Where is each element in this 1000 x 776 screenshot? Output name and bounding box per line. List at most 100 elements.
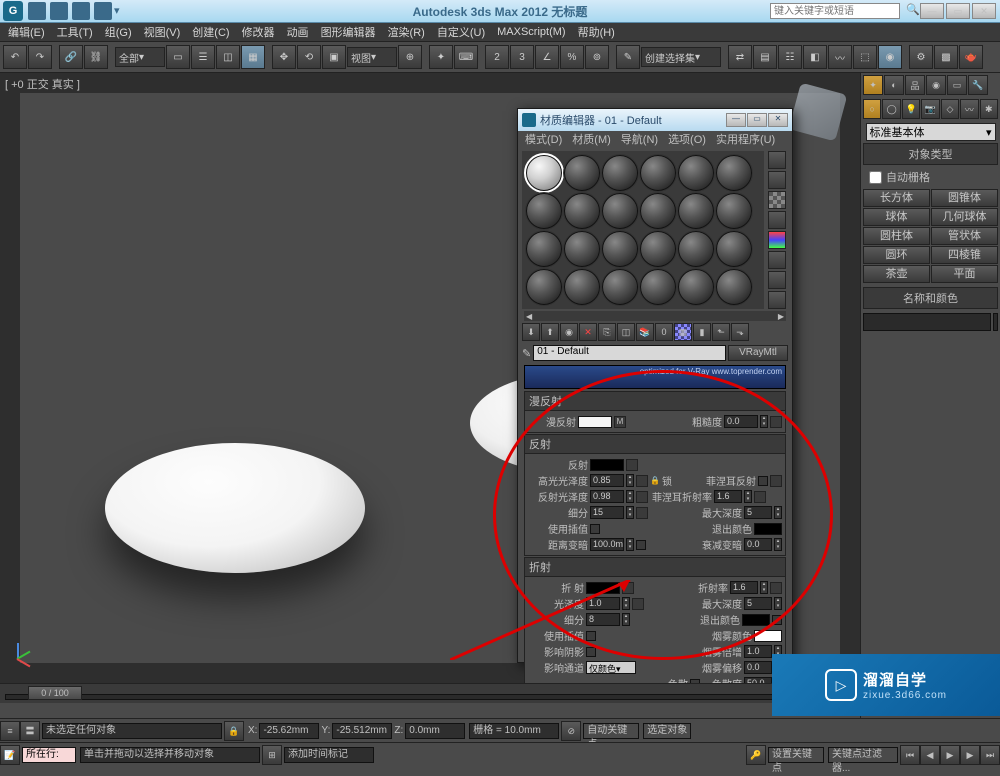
fresnel-ior-map-button[interactable]	[754, 491, 766, 503]
refract-maxdepth-spinner[interactable]: 5	[744, 597, 772, 610]
reflect-interp-checkbox[interactable]	[590, 524, 600, 534]
mat-maximize-button[interactable]: ▭	[747, 113, 767, 127]
menu-customize[interactable]: 自定义(U)	[431, 24, 491, 40]
dimfall-spinner[interactable]: 0.0	[744, 538, 772, 551]
menu-group[interactable]: 组(G)	[99, 24, 138, 40]
titlebar-tool-icon[interactable]	[72, 2, 90, 20]
ior-map-button[interactable]	[770, 582, 782, 594]
material-slot[interactable]	[602, 193, 638, 229]
spinner-arrows[interactable]: ▴▾	[626, 490, 634, 503]
menu-grapheditors[interactable]: 图形编辑器	[315, 24, 382, 40]
obj-plane[interactable]: 平面	[931, 265, 998, 283]
keymode-button[interactable]: ⊘	[561, 721, 581, 741]
hglossy-map-button[interactable]	[636, 475, 648, 487]
snap-2d-button[interactable]: 2	[485, 45, 509, 69]
material-slot[interactable]	[678, 269, 714, 305]
material-editor-titlebar[interactable]: 材质编辑器 - 01 - Default — ▭ ✕	[518, 109, 792, 131]
pick-material-button[interactable]: ✎	[522, 347, 531, 360]
mat-menu-navigate[interactable]: 导航(N)	[616, 131, 663, 149]
refract-interp-checkbox[interactable]	[586, 631, 596, 641]
material-slot[interactable]	[678, 193, 714, 229]
material-id-button[interactable]: 0	[655, 323, 673, 341]
backlight-button[interactable]	[768, 171, 786, 189]
rglossy-spinner[interactable]: 0.98	[590, 490, 624, 503]
display-tab[interactable]: ▭	[947, 75, 967, 95]
menu-rendering[interactable]: 渲染(R)	[382, 24, 431, 40]
graphite-button[interactable]: ◧	[803, 45, 827, 69]
selection-filter-dropdown[interactable]: 全部 ▾	[115, 47, 165, 67]
snap-3d-button[interactable]: 3	[510, 45, 534, 69]
video-check-button[interactable]	[768, 231, 786, 249]
select-button[interactable]: ▭	[166, 45, 190, 69]
material-slot[interactable]	[564, 155, 600, 191]
align-button[interactable]: ▤	[753, 45, 777, 69]
close-button[interactable]: ✕	[972, 3, 996, 19]
ior-spinner[interactable]: 1.6	[730, 581, 758, 594]
spinner-arrows[interactable]: ▴▾	[774, 597, 782, 610]
reflect-color-swatch[interactable]	[590, 459, 624, 471]
play-button[interactable]: ▶	[940, 745, 960, 765]
schematic-button[interactable]: ⬚	[853, 45, 877, 69]
obj-cone[interactable]: 圆锥体	[931, 189, 998, 207]
mirror-button[interactable]: ⇄	[728, 45, 752, 69]
titlebar-tool-icon[interactable]	[50, 2, 68, 20]
render-button[interactable]: 🫖	[959, 45, 983, 69]
fresnel-ior-spinner[interactable]: 1.6	[714, 490, 742, 503]
fresnel-checkbox[interactable]	[758, 476, 768, 486]
material-slot[interactable]	[564, 269, 600, 305]
motion-tab[interactable]: ◉	[926, 75, 946, 95]
named-selset-dropdown[interactable]: 创建选择集 ▾	[641, 47, 721, 67]
titlebar-tool-icon[interactable]: ▾	[114, 4, 128, 18]
roughness-map-button[interactable]	[770, 416, 782, 428]
sample-uv-button[interactable]	[768, 211, 786, 229]
put-to-scene-button[interactable]: ⬆	[541, 323, 559, 341]
mat-menu-utilities[interactable]: 实用程序(U)	[711, 131, 780, 149]
refract-color-swatch[interactable]	[586, 582, 620, 594]
material-name-dropdown[interactable]: 01 - Default	[533, 345, 726, 361]
move-button[interactable]: ✥	[272, 45, 296, 69]
diffuse-color-swatch[interactable]	[578, 416, 612, 428]
select-by-mat-button[interactable]	[768, 291, 786, 309]
menu-help[interactable]: 帮助(H)	[572, 24, 621, 40]
primitive-category-dropdown[interactable]: 标准基本体▾	[866, 123, 996, 141]
menu-views[interactable]: 视图(V)	[138, 24, 187, 40]
material-slot[interactable]	[564, 231, 600, 267]
spinner-snap-button[interactable]: ⊚	[585, 45, 609, 69]
mat-minimize-button[interactable]: —	[726, 113, 746, 127]
menu-create[interactable]: 创建(C)	[186, 24, 235, 40]
keyboard-shortcut-button[interactable]: ⌨	[454, 45, 478, 69]
rollout-object-type[interactable]: 对象类型	[863, 143, 998, 165]
refcoord-dropdown[interactable]: 视图 ▾	[347, 47, 397, 67]
goto-end-button[interactable]: ⏭	[980, 745, 1000, 765]
goto-start-button[interactable]: ⏮	[900, 745, 920, 765]
utilities-tab[interactable]: 🔧	[968, 75, 988, 95]
menu-edit[interactable]: 编辑(E)	[2, 24, 51, 40]
material-slot[interactable]	[716, 155, 752, 191]
unlink-button[interactable]: ⛓	[84, 45, 108, 69]
spinner-arrows[interactable]: ▴▾	[626, 538, 634, 551]
autogrid-checkbox[interactable]	[869, 171, 882, 184]
time-slider[interactable]: 0 / 100	[0, 683, 860, 703]
material-slot[interactable]	[526, 231, 562, 267]
lights-button[interactable]: 💡	[902, 99, 920, 119]
scale-button[interactable]: ▣	[322, 45, 346, 69]
refract-glossy-map-button[interactable]	[632, 598, 644, 610]
next-frame-button[interactable]: ▶	[960, 745, 980, 765]
script-button[interactable]: 📝	[0, 745, 20, 765]
material-slot[interactable]	[602, 155, 638, 191]
make-copy-button[interactable]: ⎘	[598, 323, 616, 341]
hglossy-spinner[interactable]: 0.85	[590, 474, 624, 487]
refract-map-button[interactable]	[622, 582, 634, 594]
material-slot[interactable]	[526, 193, 562, 229]
coord-x[interactable]: -25.62mm	[259, 723, 319, 739]
channels-dropdown[interactable]: 仅颜色▾	[586, 661, 636, 674]
mat-menu-options[interactable]: 选项(O)	[663, 131, 711, 149]
dim-checkbox[interactable]	[636, 540, 646, 550]
fogcolor-swatch[interactable]	[754, 630, 782, 642]
rotate-button[interactable]: ⟲	[297, 45, 321, 69]
material-slot[interactable]	[526, 269, 562, 305]
slot-scrollbar[interactable]: ◀▶	[524, 311, 786, 321]
rollout-header-reflect[interactable]: 反射	[525, 435, 785, 454]
background-button[interactable]	[768, 191, 786, 209]
minimize-button[interactable]: —	[920, 3, 944, 19]
